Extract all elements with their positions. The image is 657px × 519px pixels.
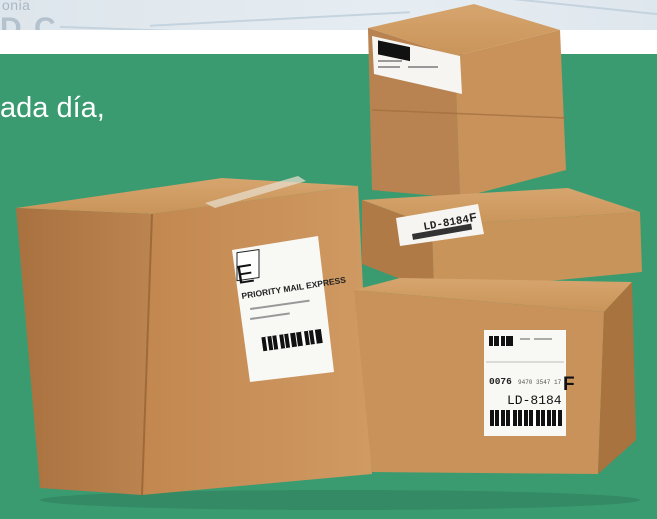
service-letter-front: F xyxy=(563,374,575,395)
parcel-boxes-photo: E PRIORITY MAIL EXPRESS LD-8184 F 0076 9… xyxy=(16,4,642,510)
barcode-front xyxy=(490,410,562,426)
top-box xyxy=(368,4,567,198)
tracking-digits: 9470 3547 17 xyxy=(518,379,562,386)
route-code-front: LD-8184 xyxy=(507,393,562,408)
shipping-label-front: 0076 9470 3547 17 F LD-8184 xyxy=(484,330,575,436)
tracking-prefix: 0076 xyxy=(489,376,512,387)
